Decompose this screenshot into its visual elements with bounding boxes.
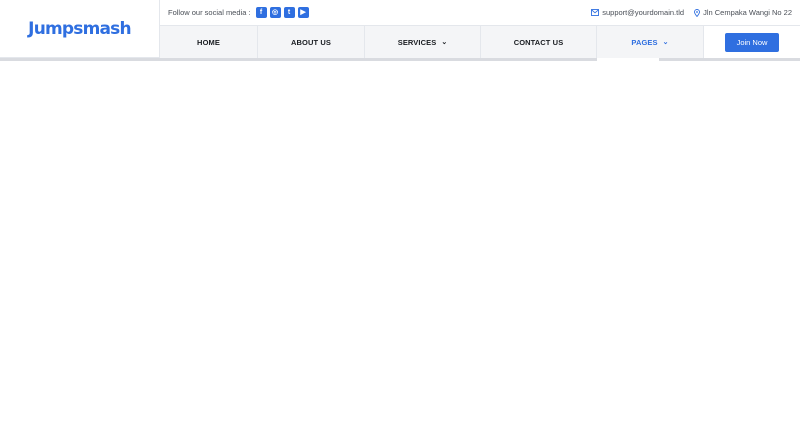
join-now-button[interactable]: Join Now <box>725 32 779 52</box>
email-contact[interactable]: support@yourdomain.tld <box>591 8 684 17</box>
nav-item-contact-us[interactable]: CONTACT US <box>481 26 597 58</box>
site-header: Jumpsmash Follow our social media : f ◎ … <box>0 0 800 58</box>
chevron-down-icon: ⌄ <box>662 39 669 46</box>
email-text[interactable]: support@yourdomain.tld <box>602 8 684 17</box>
logo[interactable]: Jumpsmash <box>28 19 131 39</box>
nav-item-pages[interactable]: PAGES ⌄ <box>597 26 704 58</box>
address-contact: Jln Cempaka Wangi No 22 <box>694 8 792 17</box>
facebook-icon[interactable]: f <box>255 7 267 18</box>
cta-area: Join Now <box>704 26 800 58</box>
nav-item-label: SERVICES <box>397 37 437 47</box>
address-text: Jln Cempaka Wangi No 22 <box>703 8 792 17</box>
contact-info: support@yourdomain.tld Jln Cempaka Wangi… <box>581 8 792 17</box>
main-nav: HOME ABOUT US SERVICES ⌄ CONTACT US PAGE… <box>160 26 800 58</box>
header-divider <box>0 58 800 61</box>
nav-item-label: PAGES <box>631 37 658 47</box>
chevron-down-icon: ⌄ <box>441 39 448 46</box>
map-pin-icon <box>694 8 701 17</box>
nav-item-label: HOME <box>197 37 220 47</box>
page: Jumpsmash Follow our social media : f ◎ … <box>0 0 800 435</box>
nav-item-home[interactable]: HOME <box>160 26 258 58</box>
nav-item-services[interactable]: SERVICES ⌄ <box>365 26 481 58</box>
twitter-icon[interactable]: t <box>283 7 295 18</box>
follow-label: Follow our social media : <box>168 8 251 17</box>
mail-icon <box>591 9 600 16</box>
youtube-icon[interactable]: ▶ <box>297 7 309 18</box>
active-nav-indicator <box>597 58 659 61</box>
instagram-icon[interactable]: ◎ <box>269 7 281 18</box>
nav-item-about-us[interactable]: ABOUT US <box>258 26 365 58</box>
topbar: Follow our social media : f ◎ t ▶ suppor… <box>160 0 800 26</box>
nav-item-label: CONTACT US <box>513 37 564 47</box>
logo-area[interactable]: Jumpsmash <box>0 0 160 58</box>
nav-item-label: ABOUT US <box>291 37 331 47</box>
